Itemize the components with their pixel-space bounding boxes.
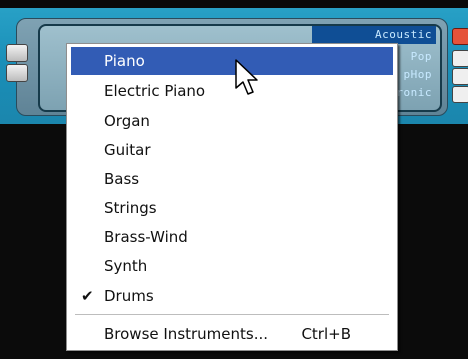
checkmark-icon: ✔ — [81, 287, 94, 305]
menu-item-bass[interactable]: Bass — [71, 165, 393, 193]
shortcut-label: Ctrl+B — [301, 325, 351, 343]
menu-item-synth[interactable]: Synth — [71, 252, 393, 280]
category-pop[interactable]: Pop — [411, 50, 432, 63]
menu-item-strings[interactable]: Strings — [71, 194, 393, 222]
instrument-menu: Piano Electric Piano Organ Guitar Bass S… — [66, 43, 398, 351]
menu-item-guitar[interactable]: Guitar — [71, 136, 393, 164]
menu-separator — [75, 314, 389, 315]
menu-item-organ[interactable]: Organ — [71, 107, 393, 135]
menu-item-browse-instruments[interactable]: Browse Instruments... Ctrl+B — [71, 320, 393, 348]
status-led[interactable] — [452, 50, 468, 67]
status-led[interactable] — [452, 68, 468, 85]
menu-item-drums[interactable]: ✔ Drums — [71, 282, 393, 310]
arrow-pointer-icon — [235, 59, 258, 95]
next-button[interactable] — [6, 64, 28, 82]
category-hiphop[interactable]: pHop — [404, 68, 433, 81]
status-led-red — [452, 28, 468, 45]
menu-item-piano[interactable]: Piano — [71, 47, 393, 75]
top-strip — [0, 0, 468, 8]
menu-item-brass-wind[interactable]: Brass-Wind — [71, 223, 393, 251]
menu-item-electric-piano[interactable]: Electric Piano — [71, 77, 393, 105]
previous-button[interactable] — [6, 44, 28, 62]
status-led[interactable] — [452, 86, 468, 103]
category-electronic[interactable]: ronic — [396, 86, 432, 99]
category-acoustic[interactable]: Acoustic — [375, 28, 432, 41]
